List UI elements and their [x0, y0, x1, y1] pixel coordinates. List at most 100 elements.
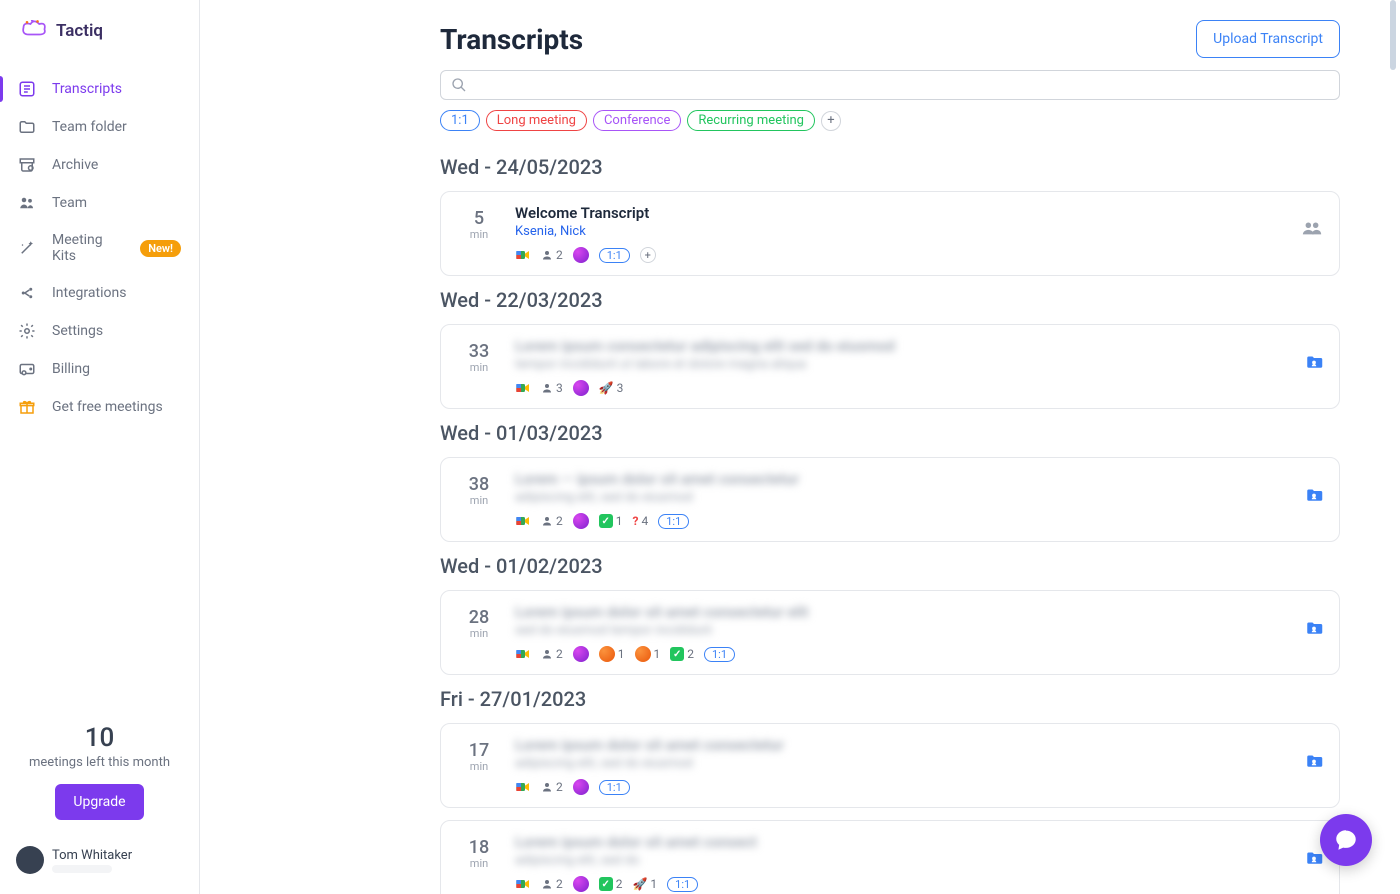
sidebar-item-get-free-meetings[interactable]: Get free meetings	[0, 388, 199, 426]
billing-icon	[18, 360, 36, 378]
transcript-subtitle: adipiscing elit, sed do	[515, 853, 1269, 868]
highlights-chip: 🚀 3	[599, 381, 624, 395]
highlights-chip: 🚀 1	[633, 877, 658, 891]
reaction-icon	[573, 646, 589, 662]
transcript-card[interactable]: 18minLorem ipsum dolor sit amet consecta…	[440, 820, 1340, 894]
add-filter-button[interactable]: +	[821, 111, 841, 131]
meeting-tag[interactable]: 1:1	[599, 780, 630, 795]
folder-icon	[1305, 849, 1323, 865]
nav-label: Team	[52, 195, 181, 211]
card-action[interactable]	[1283, 470, 1323, 506]
sidebar-item-team-folder[interactable]: Team folder	[0, 108, 199, 146]
team-icon	[18, 194, 36, 212]
reaction-icon	[573, 513, 589, 529]
logo[interactable]: Tactiq	[0, 0, 199, 58]
folder-icon	[1305, 619, 1323, 635]
header: Transcripts Upload Transcript	[440, 20, 1340, 58]
date-heading: Wed - 01/02/2023	[440, 554, 1340, 578]
transcript-title: Lorem ipsum dolor sit amet consect	[515, 833, 1269, 851]
sidebar-item-archive[interactable]: Archive	[0, 146, 199, 184]
sidebar-item-team[interactable]: Team	[0, 184, 199, 222]
archive-icon	[18, 156, 36, 174]
folder-icon	[1305, 353, 1323, 369]
tasks-chip: ✓ 1	[599, 514, 623, 528]
nav-label: Meeting Kits	[52, 232, 124, 264]
filter-tag-long-meeting[interactable]: Long meeting	[486, 110, 587, 131]
participants-chip: 2	[541, 514, 563, 528]
upgrade-button[interactable]: Upgrade	[55, 784, 143, 820]
participants-chip: 3	[541, 381, 563, 395]
video-icon	[515, 877, 531, 891]
avatar	[16, 846, 44, 874]
folder-icon	[1305, 752, 1323, 768]
nav-label: Team folder	[52, 119, 181, 135]
participants-icon	[541, 878, 553, 890]
date-heading: Fri - 27/01/2023	[440, 687, 1340, 711]
chip-row: 3 🚀 3	[515, 380, 1269, 396]
search-input[interactable]	[475, 77, 1329, 93]
sidebar-item-integrations[interactable]: Integrations	[0, 274, 199, 312]
scrollbar[interactable]	[1388, 0, 1398, 894]
transcript-title: Lorem ipsum dolor sit amet consectetur	[515, 736, 1269, 754]
meeting-tag[interactable]: 1:1	[667, 877, 698, 892]
reaction-icon	[573, 380, 589, 396]
tasks-chip: ✓ 2	[670, 647, 694, 661]
card-action[interactable]	[1283, 736, 1323, 772]
meeting-tag[interactable]: 1:1	[599, 248, 630, 263]
transcript-card[interactable]: 17minLorem ipsum dolor sit amet consecte…	[440, 723, 1340, 808]
card-action[interactable]	[1283, 204, 1323, 240]
meeting-tag[interactable]: 1:1	[658, 514, 689, 529]
meeting-tag[interactable]: 1:1	[704, 647, 735, 662]
folder-icon	[1305, 486, 1323, 502]
transcript-list: Wed - 24/05/20235minWelcome TranscriptKs…	[440, 155, 1340, 894]
filter-tag-conference[interactable]: Conference	[593, 110, 681, 131]
transcript-card[interactable]: 28minLorem ipsum dolor sit amet consecte…	[440, 590, 1340, 675]
upgrade-count: 10	[20, 723, 179, 753]
transcript-card[interactable]: 33minLorem ipsum consectetur adipiscing …	[440, 324, 1340, 409]
participants-icon	[541, 781, 553, 793]
chip-row: 2✓ 1? 41:1	[515, 513, 1269, 529]
participants-chip: 2	[541, 647, 563, 661]
transcript-card[interactable]: 5minWelcome TranscriptKsenia, Nick 21:1+	[440, 191, 1340, 276]
add-tag-button[interactable]: +	[640, 247, 656, 263]
transcript-subtitle: tempor incididunt ut labore et dolore ma…	[515, 357, 1269, 372]
participants-icon	[541, 249, 553, 261]
sidebar-item-billing[interactable]: Billing	[0, 350, 199, 388]
page-title: Transcripts	[440, 23, 583, 56]
duration: 5min	[457, 204, 501, 241]
card-action[interactable]	[1283, 603, 1323, 639]
chat-icon	[1333, 827, 1359, 853]
transcript-title: Welcome Transcript	[515, 204, 1269, 222]
logo-text: Tactiq	[56, 21, 103, 41]
tasks-chip: ✓ 2	[599, 877, 623, 891]
main: Transcripts Upload Transcript 1:1 Long me…	[200, 0, 1400, 894]
sidebar-item-transcripts[interactable]: Transcripts	[0, 70, 199, 108]
people-icon	[1301, 220, 1323, 236]
participants-chip: 2	[541, 877, 563, 891]
transcript-title: Lorem ipsum consectetur adipiscing elit …	[515, 337, 1269, 355]
nav-label: Get free meetings	[52, 399, 181, 415]
user-row[interactable]: Tom Whitaker	[0, 836, 199, 894]
sidebar-item-meeting-kits[interactable]: Meeting KitsNew!	[0, 222, 199, 274]
chat-button[interactable]	[1320, 814, 1372, 866]
nav-label: Integrations	[52, 285, 181, 301]
date-heading: Wed - 24/05/2023	[440, 155, 1340, 179]
folder-icon	[18, 118, 36, 136]
card-action[interactable]	[1283, 337, 1323, 373]
transcript-card[interactable]: 38minLorem — ipsum dolor sit amet consec…	[440, 457, 1340, 542]
search-field[interactable]	[440, 70, 1340, 100]
user-name: Tom Whitaker	[52, 848, 132, 863]
participants-icon	[541, 382, 553, 394]
card-action[interactable]	[1283, 833, 1323, 869]
wand-icon	[18, 239, 36, 257]
upload-button[interactable]: Upload Transcript	[1196, 20, 1340, 58]
scrollbar-thumb[interactable]	[1390, 0, 1396, 70]
transcripts-icon	[18, 80, 36, 98]
participants-icon	[541, 648, 553, 660]
duration: 28min	[457, 603, 501, 640]
filter-tag-1-1[interactable]: 1:1	[440, 110, 480, 131]
filter-tag-recurring-meeting[interactable]: Recurring meeting	[687, 110, 815, 131]
logo-icon	[20, 20, 48, 42]
chip-row: 2 1 1✓ 21:1	[515, 646, 1269, 662]
sidebar-item-settings[interactable]: Settings	[0, 312, 199, 350]
